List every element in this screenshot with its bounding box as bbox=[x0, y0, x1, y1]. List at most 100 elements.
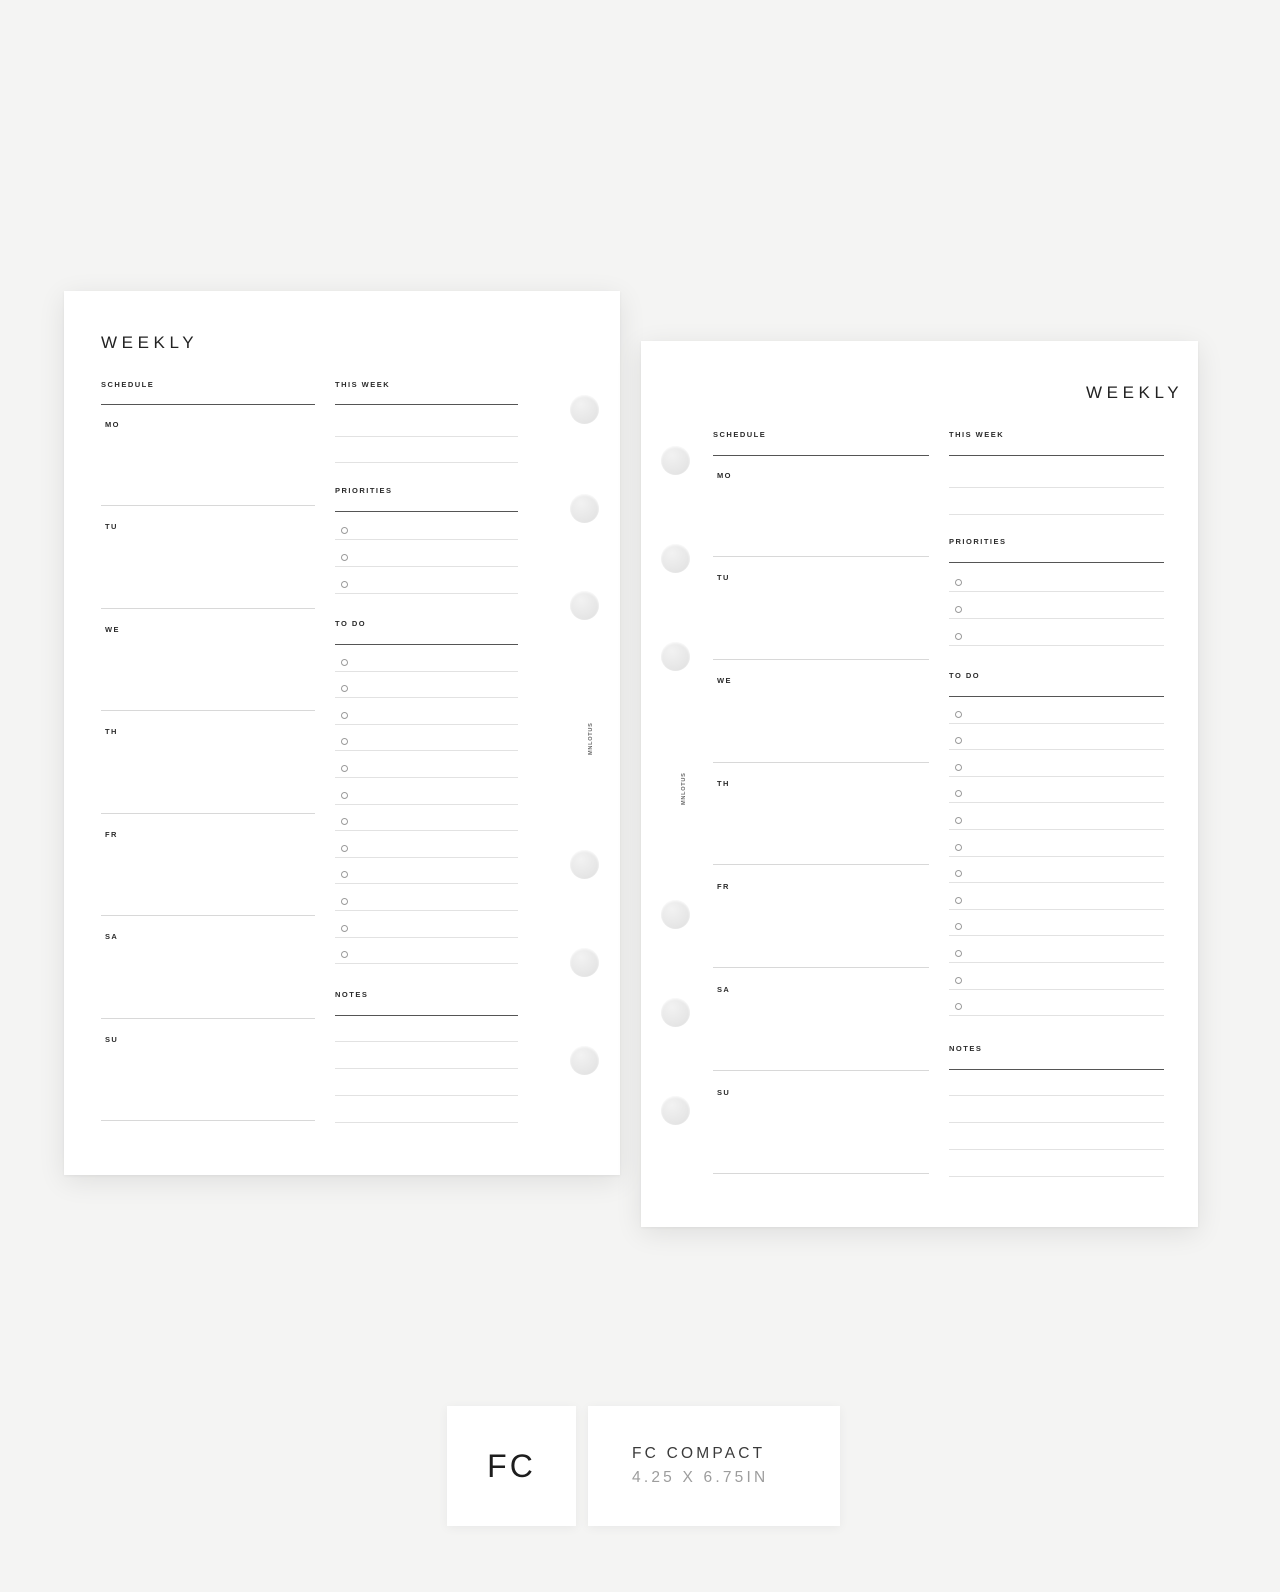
priorities-heading-left: PRIORITIES bbox=[335, 486, 393, 495]
day-label-th-right: TH bbox=[717, 779, 730, 788]
punch-hole-left bbox=[570, 494, 599, 523]
day-label-we-left: WE bbox=[105, 625, 120, 634]
day-label-th-left: TH bbox=[105, 727, 118, 736]
brand-logo-card: FC bbox=[447, 1406, 576, 1526]
priority-line-left[interactable] bbox=[335, 539, 518, 540]
this-week-line-left[interactable] bbox=[335, 462, 518, 463]
punch-hole-left bbox=[570, 395, 599, 424]
brand-mark-right: MNLOTUS bbox=[681, 772, 687, 805]
todo-line-left[interactable] bbox=[335, 883, 518, 885]
todo-checkbox-left[interactable] bbox=[341, 898, 348, 905]
this-week-line-right[interactable] bbox=[949, 487, 1164, 488]
todo-line-left[interactable] bbox=[335, 750, 518, 752]
todo-checkbox-right[interactable] bbox=[955, 976, 962, 984]
notes-line-left[interactable] bbox=[335, 1122, 518, 1123]
this-week-line-left[interactable] bbox=[335, 436, 518, 437]
punch-hole-right bbox=[661, 900, 690, 929]
priority-line-right[interactable] bbox=[949, 618, 1164, 619]
priority-line-right[interactable] bbox=[949, 591, 1164, 592]
notes-line-right[interactable] bbox=[949, 1149, 1164, 1150]
todo-line-left[interactable] bbox=[335, 856, 518, 858]
todo-line-left[interactable] bbox=[335, 830, 518, 832]
day-rule-mo-right bbox=[713, 556, 929, 557]
todo-checkbox-left[interactable] bbox=[341, 711, 348, 719]
priority-checkbox-left[interactable] bbox=[341, 581, 348, 588]
priority-checkbox-right[interactable] bbox=[955, 633, 962, 640]
todo-heading-right: TO DO bbox=[949, 671, 981, 680]
todo-line-right[interactable] bbox=[949, 855, 1164, 857]
day-label-tu-right: TU bbox=[717, 573, 730, 582]
todo-line-right[interactable] bbox=[949, 962, 1164, 963]
day-rule-sa-right bbox=[713, 1070, 929, 1071]
todo-top-rule-right bbox=[949, 696, 1164, 697]
todo-checkbox-left[interactable] bbox=[341, 924, 348, 932]
priority-checkbox-right[interactable] bbox=[955, 606, 962, 613]
priority-checkbox-left[interactable] bbox=[341, 554, 348, 561]
todo-line-left[interactable] bbox=[335, 803, 518, 805]
todo-checkbox-left[interactable] bbox=[341, 658, 348, 666]
notes-line-right[interactable] bbox=[949, 1122, 1164, 1123]
todo-line-left[interactable] bbox=[335, 963, 518, 965]
notes-line-left[interactable] bbox=[335, 1041, 518, 1042]
priority-line-left[interactable] bbox=[335, 566, 518, 567]
schedule-top-rule-right bbox=[713, 455, 929, 456]
size-name-label: FC COMPACT bbox=[632, 1444, 766, 1462]
punch-hole-right bbox=[661, 1096, 690, 1125]
todo-line-right[interactable] bbox=[949, 829, 1164, 830]
todo-line-left[interactable] bbox=[335, 670, 518, 672]
day-rule-mo-left bbox=[101, 505, 315, 506]
todo-checkbox-right[interactable] bbox=[955, 710, 962, 718]
todo-line-left[interactable] bbox=[335, 910, 518, 911]
todo-line-right[interactable] bbox=[949, 1015, 1164, 1017]
todo-checkbox-left[interactable] bbox=[341, 844, 348, 852]
day-rule-tu-right bbox=[713, 659, 929, 660]
priority-checkbox-left[interactable] bbox=[341, 527, 348, 534]
day-rule-th-right bbox=[713, 864, 929, 865]
todo-line-left[interactable] bbox=[335, 697, 518, 699]
page-title-left: WEEKLY bbox=[101, 333, 199, 352]
todo-line-left[interactable] bbox=[335, 723, 518, 725]
notes-line-left[interactable] bbox=[335, 1095, 518, 1096]
day-label-fr-right: FR bbox=[717, 882, 730, 891]
notes-line-right[interactable] bbox=[949, 1095, 1164, 1096]
todo-line-right[interactable] bbox=[949, 908, 1164, 910]
punch-hole-left bbox=[570, 850, 599, 879]
todo-line-right[interactable] bbox=[949, 988, 1164, 990]
todo-checkbox-right[interactable] bbox=[955, 950, 962, 957]
notes-line-left[interactable] bbox=[335, 1068, 518, 1069]
day-label-mo-left: MO bbox=[105, 420, 120, 429]
priority-line-left[interactable] bbox=[335, 593, 518, 594]
todo-checkbox-right[interactable] bbox=[955, 817, 962, 824]
todo-line-right[interactable] bbox=[949, 802, 1164, 804]
notes-line-right[interactable] bbox=[949, 1176, 1164, 1177]
todo-checkbox-left[interactable] bbox=[341, 765, 348, 772]
todo-line-left[interactable] bbox=[335, 936, 518, 938]
day-rule-th-left bbox=[101, 813, 315, 814]
todo-line-left[interactable] bbox=[335, 777, 518, 778]
day-label-sa-right: SA bbox=[717, 985, 731, 994]
priority-checkbox-right[interactable] bbox=[955, 579, 962, 586]
this-week-line-right[interactable] bbox=[949, 514, 1164, 515]
todo-line-right[interactable] bbox=[949, 722, 1164, 724]
priority-line-right[interactable] bbox=[949, 645, 1164, 646]
punch-hole-right bbox=[661, 446, 690, 475]
todo-line-right[interactable] bbox=[949, 749, 1164, 751]
this-week-heading-right: THIS WEEK bbox=[949, 430, 1005, 439]
todo-line-right[interactable] bbox=[949, 775, 1164, 777]
todo-checkbox-right[interactable] bbox=[955, 763, 962, 771]
todo-line-right[interactable] bbox=[949, 935, 1164, 937]
day-rule-fr-right bbox=[713, 967, 929, 968]
this-week-top-rule-left bbox=[335, 404, 518, 405]
day-rule-we-left bbox=[101, 710, 315, 711]
day-label-su-right: SU bbox=[717, 1088, 731, 1097]
priorities-top-rule-right bbox=[949, 562, 1164, 563]
todo-checkbox-left[interactable] bbox=[341, 791, 348, 799]
day-label-fr-left: FR bbox=[105, 830, 118, 839]
size-info-card: FC COMPACT 4.25 X 6.75IN bbox=[588, 1406, 840, 1526]
day-rule-su-right bbox=[713, 1173, 929, 1174]
todo-checkbox-right[interactable] bbox=[955, 896, 962, 904]
todo-line-right[interactable] bbox=[949, 882, 1164, 884]
day-rule-tu-left bbox=[101, 608, 315, 609]
day-rule-fr-left bbox=[101, 915, 315, 916]
todo-checkbox-right[interactable] bbox=[955, 843, 962, 851]
